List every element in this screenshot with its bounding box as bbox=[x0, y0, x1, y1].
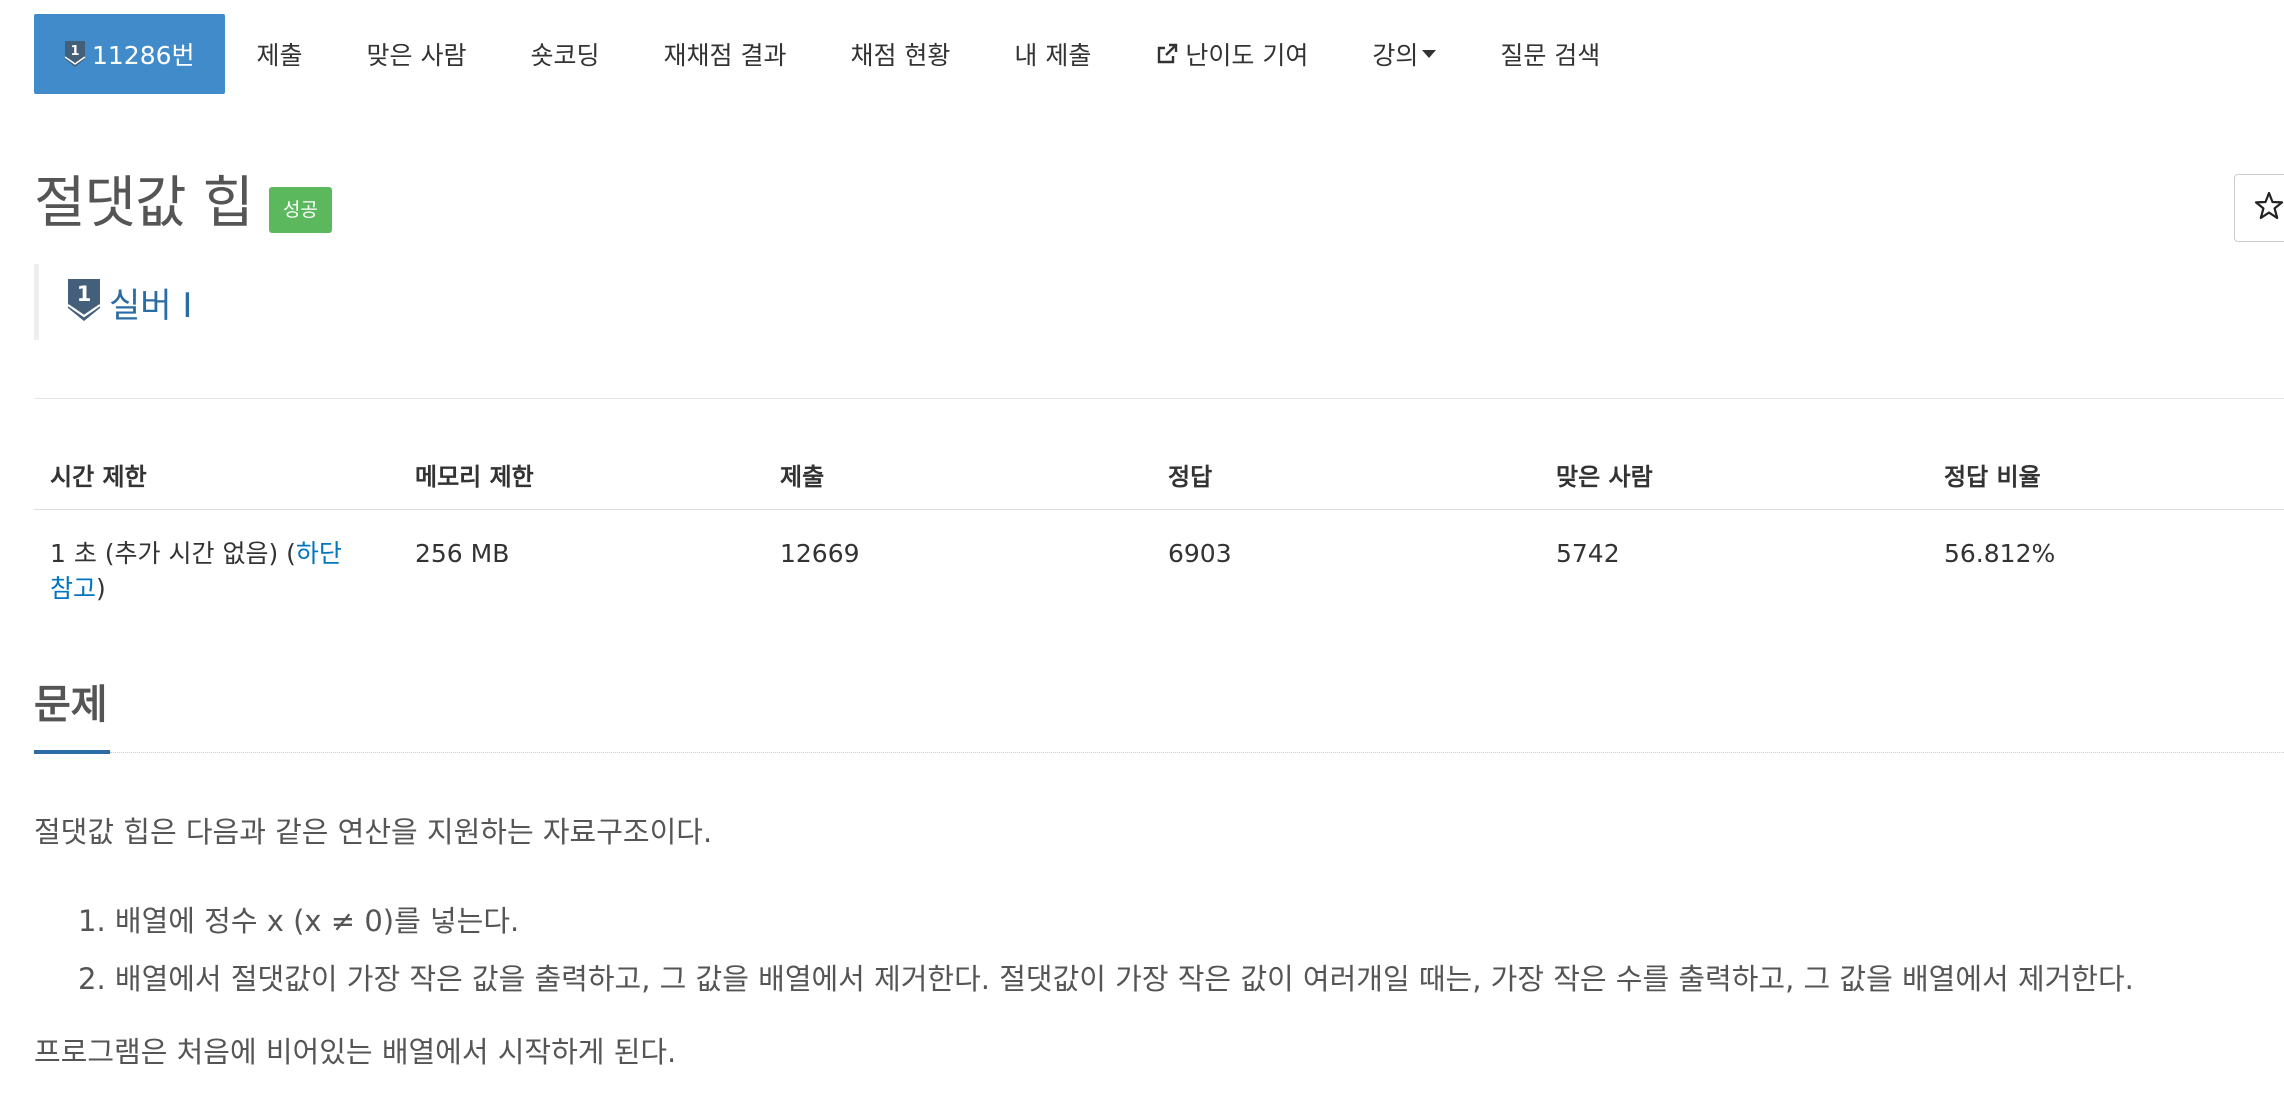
section-title-problem: 문제 bbox=[34, 682, 108, 728]
tab-my-submissions[interactable]: 내 제출 bbox=[982, 14, 1123, 94]
operation-list: 1. 배열에 정수 x (x ≠ 0)를 넣는다. 2. 배열에서 절댓값이 가… bbox=[78, 892, 2134, 1008]
tab-short-coding[interactable]: 숏코딩 bbox=[499, 14, 632, 94]
favorite-button[interactable] bbox=[2234, 174, 2284, 242]
tier-info: 1 실버 I bbox=[34, 264, 192, 340]
accepted-value: 6903 bbox=[1168, 539, 1232, 568]
divider bbox=[34, 398, 2284, 399]
caret-down-icon bbox=[1422, 50, 1437, 58]
tab-problem-number[interactable]: 1 11286번 bbox=[34, 14, 225, 94]
tab-submit[interactable]: 제출 bbox=[225, 14, 335, 94]
header-solvers: 맞은 사람 bbox=[1556, 463, 1653, 491]
tier-link[interactable]: 실버 I bbox=[109, 278, 192, 327]
svg-text:1: 1 bbox=[70, 44, 79, 59]
header-ratio: 정답 비율 bbox=[1944, 463, 2041, 491]
tab-rejudge-results[interactable]: 재채점 결과 bbox=[632, 14, 819, 94]
time-limit-suffix: ) bbox=[96, 574, 106, 603]
submissions-value: 12669 bbox=[780, 539, 860, 568]
problem-description: 절댓값 힙은 다음과 같은 연산을 지원하는 자료구조이다. bbox=[34, 815, 713, 849]
time-limit-value: 1 초 (추가 시간 없음) (하단 참고) bbox=[34, 536, 399, 606]
time-limit-text: 1 초 (추가 시간 없음) ( bbox=[50, 539, 296, 568]
problem-number-label: 11286번 bbox=[92, 41, 195, 70]
problem-info-table: 시간 제한 메모리 제한 제출 정답 맞은 사람 정답 비율 1 초 (추가 시… bbox=[34, 440, 2284, 606]
tab-judge-status[interactable]: 채점 현황 bbox=[818, 14, 982, 94]
star-outline-icon bbox=[2253, 190, 2284, 226]
tab-solvers[interactable]: 맞은 사람 bbox=[335, 14, 499, 94]
list-item: 1. 배열에 정수 x (x ≠ 0)를 넣는다. bbox=[78, 904, 520, 938]
header-accepted: 정답 bbox=[1168, 463, 1213, 491]
problem-page: 1 11286번 제출 맞은 사람 숏코딩 재채점 결과 채점 현황 내 제출 … bbox=[0, 0, 2284, 1104]
external-link-icon bbox=[1155, 42, 1179, 66]
tab-difficulty-contribution[interactable]: 난이도 기여 bbox=[1123, 14, 1340, 94]
status-badge: 성공 bbox=[268, 187, 332, 233]
page-title: 절댓값 힙 bbox=[34, 171, 254, 236]
header-memory-limit: 메모리 제한 bbox=[415, 463, 534, 491]
table-row: 1 초 (추가 시간 없음) (하단 참고) 256 MB 12669 6903… bbox=[34, 510, 2284, 606]
problem-menu: 1 11286번 제출 맞은 사람 숏코딩 재채점 결과 채점 현황 내 제출 … bbox=[34, 14, 1632, 94]
lectures-label: 강의 bbox=[1372, 41, 1419, 70]
tab-question-search[interactable]: 질문 검색 bbox=[1468, 14, 1632, 94]
list-item: 2. 배열에서 절댓값이 가장 작은 값을 출력하고, 그 값을 배열에서 제거… bbox=[78, 962, 2134, 996]
section-underline bbox=[34, 750, 110, 754]
tab-lectures-dropdown[interactable]: 강의 bbox=[1340, 14, 1468, 94]
svg-text:1: 1 bbox=[77, 282, 92, 306]
header-time-limit: 시간 제한 bbox=[50, 463, 147, 491]
title-row: 절댓값 힙 성공 bbox=[34, 168, 332, 240]
difficulty-contribution-label: 난이도 기여 bbox=[1185, 41, 1309, 70]
section-divider bbox=[110, 752, 2284, 753]
memory-limit-value: 256 MB bbox=[415, 539, 510, 568]
solvers-value: 5742 bbox=[1556, 539, 1620, 568]
table-header-row: 시간 제한 메모리 제한 제출 정답 맞은 사람 정답 비율 bbox=[34, 440, 2284, 510]
ratio-value: 56.812% bbox=[1944, 539, 2056, 568]
silver-tier-shield-icon: 1 bbox=[64, 40, 86, 68]
silver-tier-shield-icon: 1 bbox=[67, 278, 101, 326]
header-submissions: 제출 bbox=[780, 463, 825, 491]
problem-footer-text: 프로그램은 처음에 비어있는 배열에서 시작하게 된다. bbox=[34, 1035, 677, 1069]
